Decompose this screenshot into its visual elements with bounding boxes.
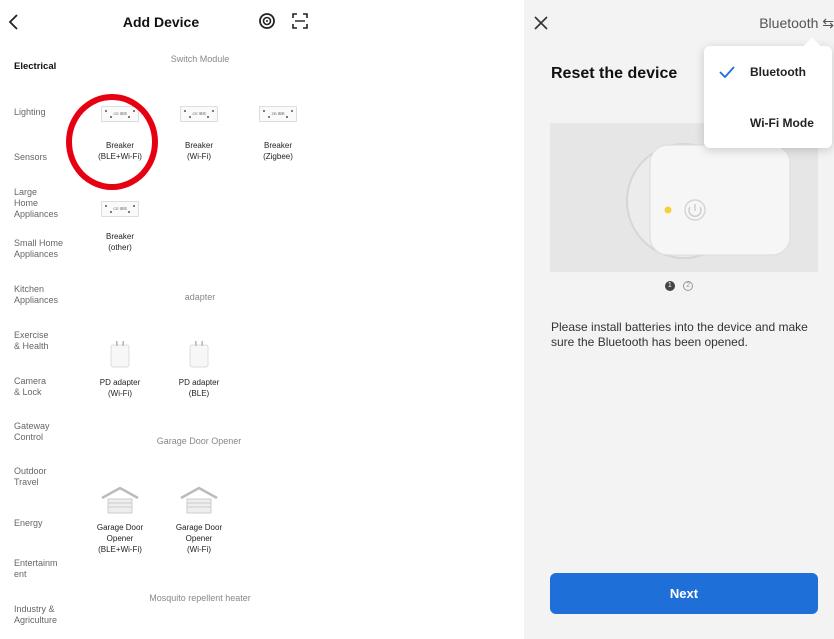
category-small-home-appliances[interactable]: Small Home Appliances (14, 238, 76, 260)
category-exercise-health[interactable]: Exercise & Health (14, 330, 76, 352)
power-adapter-icon (189, 341, 209, 368)
device-garage-wifi[interactable]: Garage Door Opener (Wi-Fi) (164, 486, 234, 555)
garage-door-icon (180, 486, 218, 514)
device-label: Breaker (Zigbee) (263, 141, 293, 161)
qr-scan-icon[interactable] (291, 12, 309, 30)
category-energy[interactable]: Energy (14, 518, 76, 529)
category-large-home-appliances[interactable]: Large Home Appliances (14, 187, 76, 220)
category-kitchen-appliances[interactable]: Kitchen Appliances (14, 284, 76, 306)
category-outdoor-travel[interactable]: Outdoor Travel (14, 466, 76, 488)
breaker-image: CE ⊞⊞ (101, 201, 139, 217)
device-label: PD adapter (BLE) (178, 378, 220, 398)
next-button[interactable]: Next (550, 573, 818, 614)
device-breaker-other[interactable]: CE ⊞⊞ Breaker (other) (85, 201, 155, 253)
category-gateway-control[interactable]: Gateway Control (14, 421, 76, 443)
add-device-panel: Add Device Electrical Lighting Sensors L… (0, 0, 320, 639)
dropdown-item-wifi-mode[interactable]: Wi-Fi Mode (704, 103, 832, 143)
device-label: Garage Door Opener (Wi-Fi) (175, 523, 223, 554)
breaker-image: CE ⊞⊞ (101, 106, 139, 122)
category-lighting[interactable]: Lighting (14, 107, 76, 118)
section-adapter: adapter (184, 292, 216, 302)
device-label: PD adapter (Wi-Fi) (99, 378, 141, 398)
device-garage-ble-wifi[interactable]: Garage Door Opener (BLE+Wi-Fi) (85, 486, 155, 555)
mode-dropdown: Bluetooth Wi-Fi Mode (704, 46, 832, 148)
dropdown-item-bluetooth[interactable]: Bluetooth (704, 52, 832, 92)
category-industry-agriculture[interactable]: Industry & Agriculture (14, 604, 76, 626)
category-electrical[interactable]: Electrical (14, 61, 76, 72)
category-sensors[interactable]: Sensors (14, 152, 76, 163)
section-garage-door-opener: Garage Door Opener (156, 436, 242, 446)
device-label: Breaker (BLE+Wi-Fi) (98, 141, 142, 161)
power-adapter-icon (110, 341, 130, 368)
dropdown-item-label: Wi-Fi Mode (750, 116, 814, 130)
pager-dot-1[interactable]: 1 (664, 280, 675, 291)
category-entertainment[interactable]: Entertainm ent (14, 558, 76, 580)
checkmark-icon (719, 66, 735, 78)
device-label: Breaker (other) (105, 232, 134, 252)
instruction-text: Please install batteries into the device… (551, 320, 808, 349)
garage-door-icon (101, 486, 139, 514)
close-icon[interactable] (532, 14, 550, 32)
breaker-image: CE ⊞⊞ (180, 106, 218, 122)
section-mosquito-heater: Mosquito repellent heater (149, 593, 251, 603)
dropdown-item-label: Bluetooth (750, 65, 806, 79)
device-breaker-wifi[interactable]: CE ⊞⊞ Breaker (Wi-Fi) (164, 106, 234, 162)
pager-dot-2[interactable]: 2 (683, 280, 694, 291)
device-breaker-ble-wifi[interactable]: CE ⊞⊞ Breaker (BLE+Wi-Fi) (85, 106, 155, 162)
auto-scan-icon[interactable] (258, 12, 276, 30)
device-pd-adapter-wifi[interactable]: PD adapter (Wi-Fi) (85, 340, 155, 399)
device-breaker-zigbee[interactable]: ZB ⊞⊞ Breaker (Zigbee) (243, 106, 313, 162)
device-label: Breaker (Wi-Fi) (184, 141, 213, 161)
pager-dots: 1 2 (524, 277, 834, 295)
device-pd-adapter-ble[interactable]: PD adapter (BLE) (164, 340, 234, 399)
breaker-image: ZB ⊞⊞ (259, 106, 297, 122)
section-switch-module: Switch Module (170, 54, 230, 64)
device-label: Garage Door Opener (BLE+Wi-Fi) (96, 523, 144, 554)
category-camera-lock[interactable]: Camera & Lock (14, 376, 76, 398)
reset-title: Reset the device (551, 65, 678, 82)
connection-mode-switch[interactable]: Bluetooth ⇆ (759, 15, 834, 32)
